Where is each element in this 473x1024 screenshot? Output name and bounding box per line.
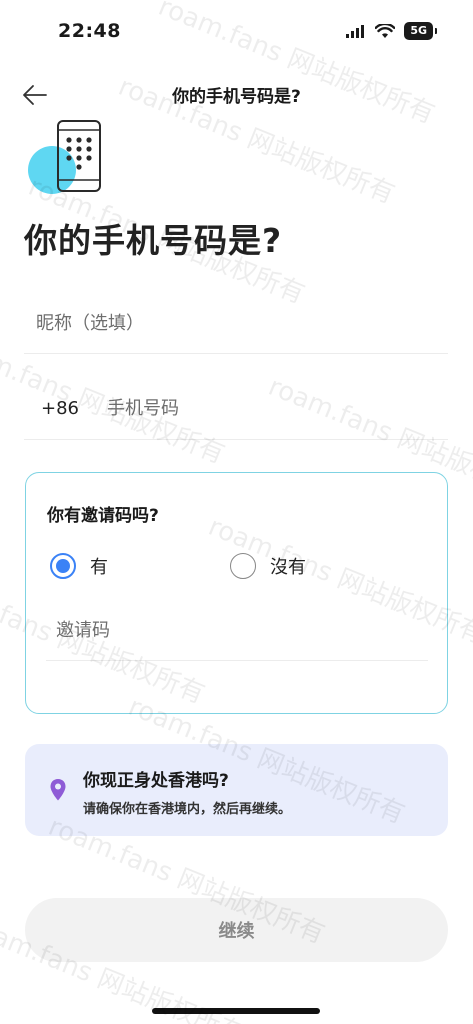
invite-code-card: 你有邀请码吗? 有 沒有 [25,472,448,714]
status-time: 22:48 [58,20,121,42]
signal-icon [346,25,365,38]
invite-code-input[interactable] [56,615,416,645]
radio-unselected-icon[interactable] [230,553,256,579]
phone-field: +86 [24,384,448,440]
home-indicator [152,1008,320,1014]
navigation-bar: 你的手机号码是? [0,76,473,112]
nav-title: 你的手机号码是? [172,87,301,107]
country-code-selector[interactable]: +86 [41,398,79,419]
continue-button[interactable]: 继续 [25,898,448,962]
wifi-icon [375,23,396,38]
location-description: 请确保你在香港境内，然后再继续。 [83,802,292,817]
location-pin-icon [50,779,66,801]
battery-icon: 5G [404,22,437,40]
radio-option-no[interactable]: 沒有 [230,553,306,579]
nickname-field [24,296,448,354]
nickname-input[interactable] [36,308,436,338]
phone-keypad-icon [28,120,101,194]
location-notice-card: 你现正身处香港吗? 请确保你在香港境内，然后再继续。 [25,744,448,836]
invite-question: 你有邀请码吗? [47,506,159,526]
status-bar: 22:48 5G [0,0,473,60]
location-title: 你现正身处香港吗? [83,771,229,791]
page-title: 你的手机号码是? [24,221,283,260]
radio-label-yes: 有 [90,557,108,578]
radio-selected-icon[interactable] [50,553,76,579]
status-icons: 5G [346,22,437,40]
radio-label-no: 沒有 [270,557,306,578]
phone-input[interactable] [107,392,427,424]
invite-code-field [46,603,428,661]
radio-option-yes[interactable]: 有 [50,553,108,579]
